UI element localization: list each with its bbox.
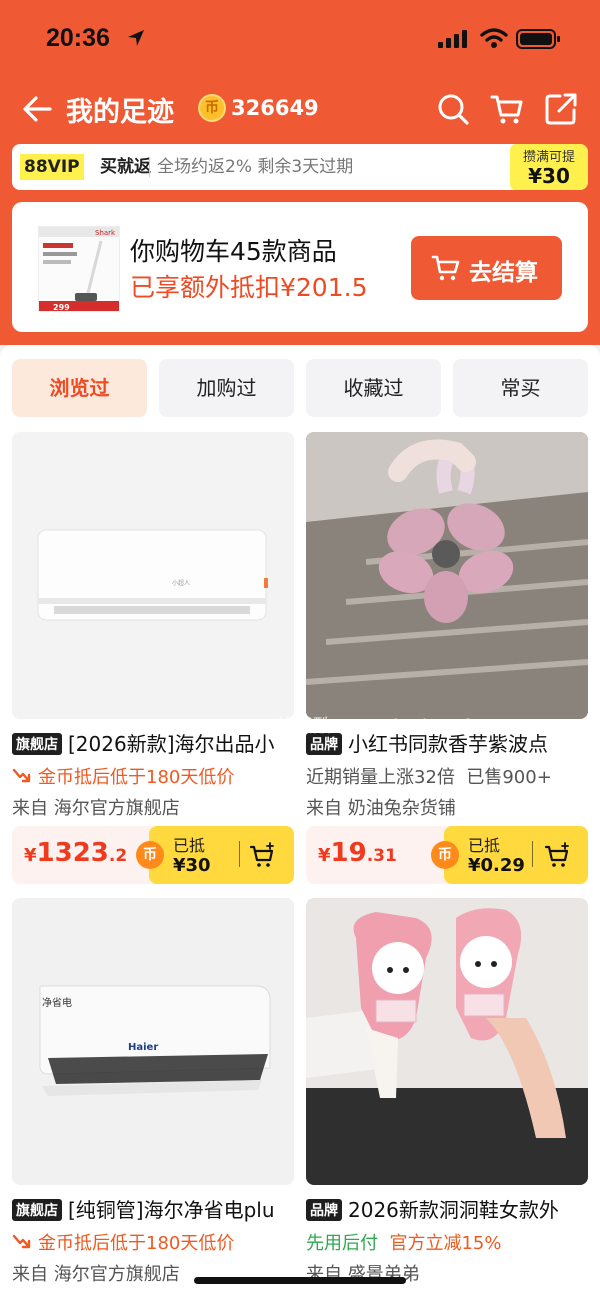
- nav-header: 我的足迹 币 326649: [0, 82, 600, 136]
- divider: [149, 157, 150, 177]
- product-card[interactable]: 品牌 小红书同款香芋紫波点 近期销量上涨32倍 已售900+ 来自 奶油兔杂货铺 …: [306, 432, 588, 892]
- deduct-label: 已抵: [173, 836, 206, 855]
- tab-frequently-bought[interactable]: 常买: [453, 359, 588, 417]
- price: ¥1323.2: [24, 838, 128, 868]
- cart-discount-text: 已享额外抵扣¥201.5: [130, 273, 368, 302]
- product-title: 2026新款洞洞鞋女款外: [348, 1198, 559, 1222]
- vip-description: 全场约返2% 剩余3天过期: [157, 157, 354, 177]
- product-name: 品牌 2026新款洞洞鞋女款外: [306, 1194, 588, 1223]
- add-to-cart-icon[interactable]: [249, 842, 275, 868]
- product-image[interactable]: [306, 898, 588, 1185]
- checkout-button[interactable]: 去结算: [411, 236, 562, 300]
- cart-icon: [431, 255, 460, 281]
- deduct-label: 已抵: [468, 836, 501, 855]
- status-bar: 20:36: [0, 0, 600, 80]
- share-icon[interactable]: [544, 92, 578, 126]
- battery-icon: [516, 29, 560, 49]
- store-name[interactable]: 来自 奶油兔杂货铺: [306, 794, 456, 820]
- product-name: 旗舰店 [2026新款]海尔出品小: [12, 728, 294, 757]
- tab-favorited[interactable]: 收藏过: [306, 359, 441, 417]
- reward-label: 攒满可提: [522, 150, 575, 165]
- product-name: 旗舰店 [纯铜管]海尔净省电plu: [12, 1194, 294, 1223]
- product-badge: 旗舰店: [12, 1199, 62, 1221]
- promo-text: 金币抵后低于180天低价: [38, 1233, 235, 1254]
- ac-logo: 小超人: [172, 579, 190, 587]
- coin-icon: 币: [431, 841, 459, 869]
- store-name[interactable]: 来自 海尔官方旗舰店: [12, 794, 180, 820]
- ac-sticker-text: 净省电: [42, 996, 72, 1009]
- cart-product-thumbnail: Shark 299: [38, 226, 120, 312]
- location-arrow-icon: [128, 30, 144, 46]
- tab-browsed[interactable]: 浏览过: [12, 359, 147, 417]
- product-image[interactable]: 净省电 Haier: [12, 898, 294, 1185]
- product-card[interactable]: 小超人 旗舰店 [2026新款]海尔出品小 金币抵后低于180天低价 来自 海尔官…: [12, 432, 294, 892]
- store-name[interactable]: 来自 海尔官方旗舰店: [12, 1260, 180, 1286]
- price: ¥19.31: [318, 838, 397, 868]
- cart-count-text: 你购物车45款商品: [130, 237, 337, 266]
- deduct-value: ¥0.29: [468, 855, 525, 876]
- vip-rebate-strip[interactable]: 88VIP 买就返 全场约返2% 剩余3天过期 攒满可提 ¥30: [12, 144, 588, 190]
- search-icon[interactable]: [436, 92, 470, 126]
- product-card[interactable]: 净省电 Haier 旗舰店 [纯铜管]海尔净省电plu 金币抵后低于180天低价 …: [12, 898, 294, 1290]
- thumb-brand: Shark: [95, 229, 116, 237]
- sold-count: 已售900+: [466, 767, 552, 788]
- divider: [239, 841, 240, 867]
- haier-logo: Haier: [128, 1042, 158, 1053]
- price-bar: ¥1323.2 币 已抵 ¥30: [12, 826, 294, 884]
- coin-deduction-box: 币 已抵 ¥0.29: [431, 826, 588, 884]
- coin-deduction-box: 币 已抵 ¥30: [136, 826, 294, 884]
- price-bar: ¥19.31 币 已抵 ¥0.29: [306, 826, 588, 884]
- discount-text: 官方立减15%: [389, 1233, 502, 1254]
- back-arrow-icon[interactable]: [22, 94, 54, 124]
- pay-later-text: 先用后付: [306, 1233, 378, 1254]
- watermark: 线报酷-new.xianbao.fun: [276, 716, 494, 737]
- product-badge: 品牌: [306, 1199, 342, 1221]
- page-title: 我的足迹: [66, 97, 174, 128]
- trend-down-icon: [12, 1234, 31, 1249]
- trend-down-icon: [12, 768, 31, 783]
- product-card[interactable]: 品牌 2026新款洞洞鞋女款外 先用后付 官方立减15% 来自 盛景弟弟: [306, 898, 588, 1290]
- add-to-cart-icon[interactable]: [544, 842, 570, 868]
- wifi-icon: [480, 28, 508, 48]
- coin-icon: 币: [136, 841, 164, 869]
- promo-text: 金币抵后低于180天低价: [38, 767, 235, 788]
- promo-info: 先用后付 官方立减15%: [306, 1229, 501, 1255]
- vip-tag: 88VIP: [20, 154, 84, 180]
- coin-icon: 币: [198, 94, 226, 122]
- filter-tabs: 浏览过 加购过 收藏过 常买: [12, 359, 588, 417]
- sales-info: 近期销量上涨32倍 已售900+: [306, 763, 552, 789]
- reward-value: ¥30: [528, 164, 570, 188]
- product-badge: 旗舰店: [12, 733, 62, 755]
- withdraw-reward-box[interactable]: 攒满可提 ¥30: [510, 144, 588, 190]
- product-image[interactable]: 小超人: [12, 432, 294, 719]
- deduct-value: ¥30: [173, 855, 211, 876]
- coin-balance[interactable]: 326649: [231, 96, 319, 120]
- cart-summary-card[interactable]: Shark 299 你购物车45款商品 已享额外抵扣¥201.5 去结算: [12, 202, 588, 332]
- cart-icon[interactable]: [490, 92, 524, 126]
- cellular-signal-icon: [438, 30, 467, 48]
- tab-added-to-cart[interactable]: 加购过: [159, 359, 294, 417]
- sales-trend: 近期销量上涨32倍: [306, 767, 455, 788]
- divider: [532, 841, 533, 867]
- price-promo: 金币抵后低于180天低价: [12, 763, 234, 789]
- product-title: [2026新款]海尔出品小: [68, 732, 275, 756]
- product-title: [纯铜管]海尔净省电plu: [68, 1198, 275, 1222]
- price-promo: 金币抵后低于180天低价: [12, 1229, 234, 1255]
- home-indicator[interactable]: [194, 1277, 406, 1284]
- product-image[interactable]: [306, 432, 588, 719]
- checkout-label: 去结算: [469, 260, 538, 286]
- vip-tag-text: 买就返: [100, 157, 151, 177]
- thumb-price: 299: [53, 303, 70, 312]
- status-time: 20:36: [46, 24, 110, 52]
